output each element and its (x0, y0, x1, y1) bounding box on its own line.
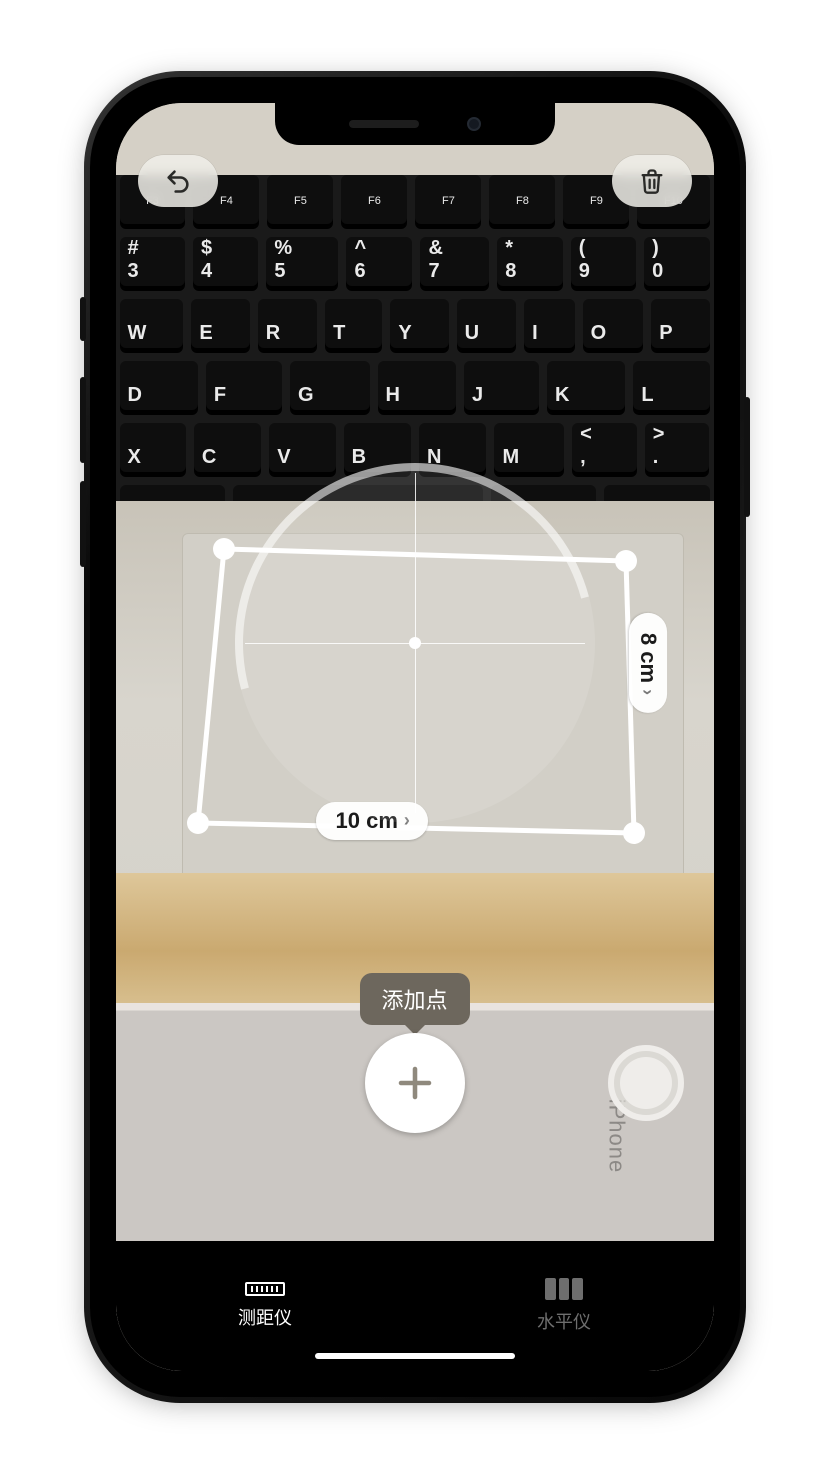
undo-icon (164, 167, 192, 195)
trash-icon (638, 167, 666, 195)
clear-button[interactable] (612, 155, 692, 207)
home-indicator[interactable] (315, 1353, 515, 1359)
device-notch (275, 103, 555, 145)
plus-icon (394, 1062, 436, 1104)
add-point-tooltip: 添加点 (359, 973, 469, 1025)
tab-level[interactable]: 水平仪 (415, 1241, 714, 1371)
tab-bar: 测距仪 水平仪 (116, 1241, 714, 1371)
undo-button[interactable] (138, 155, 218, 207)
tab-measure[interactable]: 测距仪 (116, 1241, 415, 1371)
ruler-icon (245, 1282, 285, 1296)
level-icon (545, 1278, 583, 1300)
tab-measure-label: 测距仪 (238, 1304, 292, 1330)
add-point-button[interactable] (365, 1033, 465, 1133)
shutter-button[interactable] (608, 1045, 684, 1121)
tab-level-label: 水平仪 (537, 1308, 591, 1334)
